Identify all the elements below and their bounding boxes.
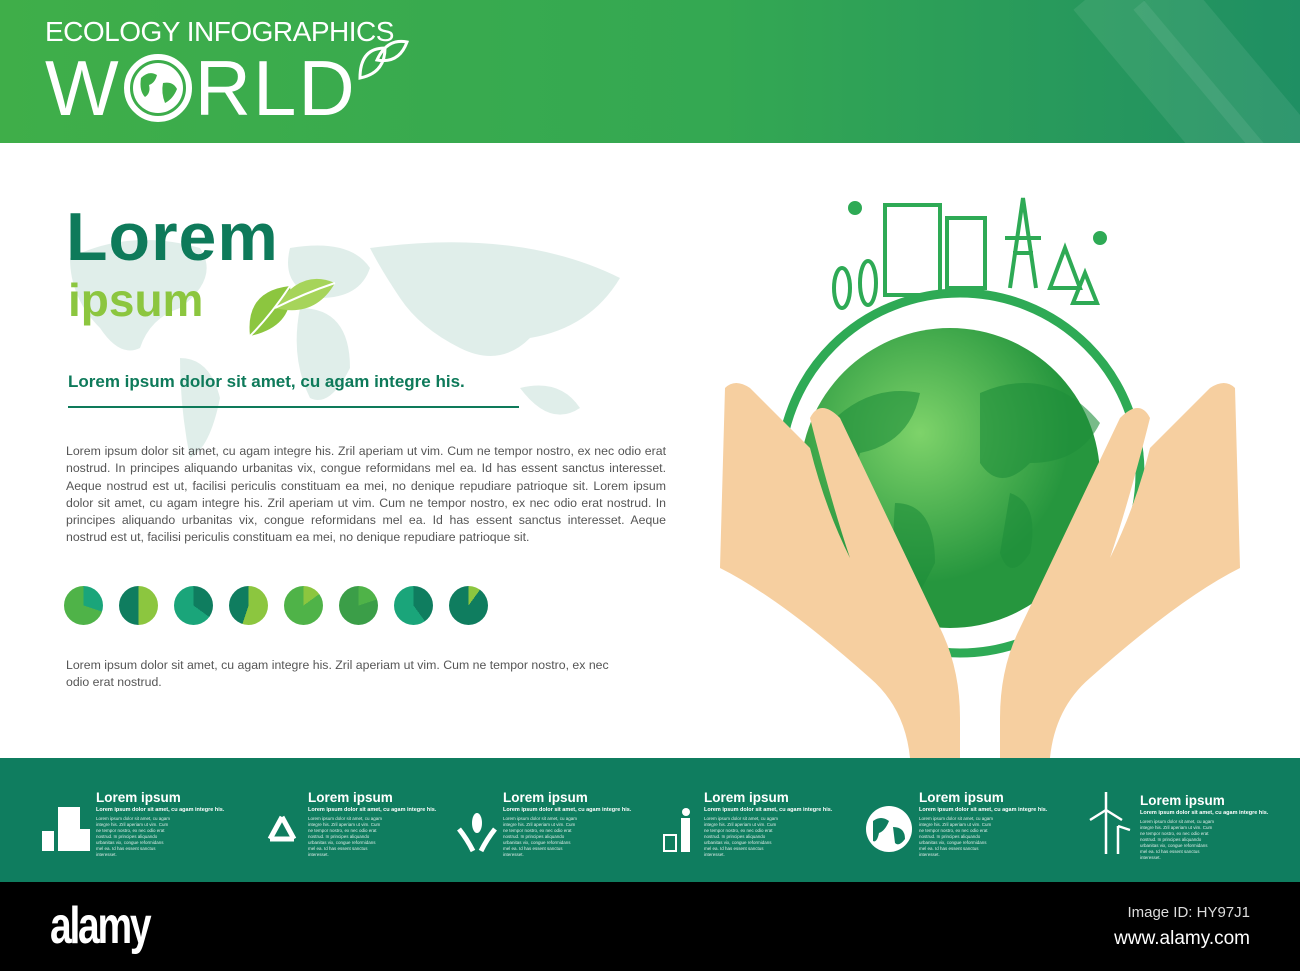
feature-title: Lorem ipsum	[704, 790, 789, 805]
feature-subtitle: Lorem ipsum dolor sit amet, cu agam inte…	[704, 807, 833, 813]
site-url[interactable]: www.alamy.com	[1114, 928, 1250, 950]
feature-body: Lorem ipsum dolor sit amet, cu agam inte…	[308, 816, 383, 857]
feature-text: Lorem ipsum Lorem ipsum dolor sit amet, …	[919, 790, 1047, 858]
divider	[68, 406, 519, 408]
body-paragraph: Lorem ipsum dolor sit amet, cu agam inte…	[66, 444, 666, 545]
feature-subtitle: Lorem ipsum dolor sit amet, cu agam inte…	[1140, 810, 1269, 816]
hands-holding-globe-illustration	[720, 197, 1240, 758]
pie-chart	[284, 586, 323, 625]
feature-title: Lorem ipsum	[308, 790, 393, 805]
recycle-icon	[262, 813, 302, 858]
title-part: W	[45, 44, 121, 132]
pie-chart	[394, 586, 433, 625]
person-trash-icon	[662, 807, 698, 858]
pie-chart	[119, 586, 158, 625]
main-subheading: ipsum	[68, 274, 204, 326]
feature-text: Lorem ipsum Lorem ipsum dolor sit amet, …	[96, 790, 224, 858]
feature-body: Lorem ipsum dolor sit amet, cu agam inte…	[704, 816, 779, 857]
feature-subtitle: Lorem ipsum dolor sit amet, cu agam inte…	[96, 807, 225, 813]
feature-item: Lorem ipsum Lorem ipsum dolor sit amet, …	[262, 790, 436, 858]
main-heading: Lorem	[66, 199, 279, 275]
pie-chart	[64, 586, 103, 625]
pie-chart	[174, 586, 213, 625]
feature-band: Lorem ipsum Lorem ipsum dolor sit amet, …	[0, 758, 1300, 882]
pie-chart	[339, 586, 378, 625]
feature-text: Lorem ipsum Lorem ipsum dolor sit amet, …	[503, 790, 631, 858]
pie-chart	[449, 586, 488, 625]
feature-subtitle: Lorem ipsum dolor sit amet, cu agam inte…	[308, 807, 437, 813]
feature-text: Lorem ipsum Lorem ipsum dolor sit amet, …	[308, 790, 436, 858]
feature-body: Lorem ipsum dolor sit amet, cu agam inte…	[919, 816, 994, 857]
footer: alamy Image ID: HY97J1 www.alamy.com	[0, 882, 1300, 971]
globe-icon	[865, 805, 913, 858]
feature-item: Lorem ipsum Lorem ipsum dolor sit amet, …	[1082, 790, 1268, 861]
hands-plant-icon	[457, 809, 497, 858]
alamy-logo: alamy	[50, 897, 152, 955]
feature-body: Lorem ipsum dolor sit amet, cu agam inte…	[96, 816, 171, 857]
feature-text: Lorem ipsum Lorem ipsum dolor sit amet, …	[704, 790, 832, 858]
pie-chart-row	[64, 586, 488, 625]
feature-item: Lorem ipsum Lorem ipsum dolor sit amet, …	[457, 790, 631, 858]
tagline: Lorem ipsum dolor sit amet, cu agam inte…	[68, 372, 465, 391]
feature-item: Lorem ipsum Lorem ipsum dolor sit amet, …	[662, 790, 832, 858]
image-id: Image ID: HY97J1	[1127, 904, 1250, 921]
feature-title: Lorem ipsum	[503, 790, 588, 805]
main-content: Lorem ipsum Lorem ipsum dolor sit amet, …	[0, 143, 1300, 758]
header-title: W RLD	[45, 48, 357, 128]
feature-body: Lorem ipsum dolor sit amet, cu agam inte…	[1140, 819, 1215, 860]
feature-subtitle: Lorem ipsum dolor sit amet, cu agam inte…	[503, 807, 632, 813]
wind-turbine-icon	[1082, 790, 1134, 861]
leaf-icon	[249, 278, 336, 337]
globe-icon	[123, 54, 192, 122]
header-banner: ECOLOGY INFOGRAPHICS W RLD	[0, 0, 1300, 143]
feature-item: Lorem ipsum Lorem ipsum dolor sit amet, …	[865, 790, 1047, 858]
title-part: RLD	[194, 44, 357, 132]
body-paragraph-2: Lorem ipsum dolor sit amet, cu agam inte…	[66, 658, 609, 690]
leaf-icon	[358, 39, 410, 80]
feature-title: Lorem ipsum	[919, 790, 1004, 805]
feature-item: Lorem ipsum Lorem ipsum dolor sit amet, …	[40, 790, 224, 858]
feature-text: Lorem ipsum Lorem ipsum dolor sit amet, …	[1140, 793, 1268, 861]
feature-body: Lorem ipsum dolor sit amet, cu agam inte…	[503, 816, 578, 857]
buildings-icon	[40, 803, 90, 858]
feature-title: Lorem ipsum	[96, 790, 181, 805]
feature-title: Lorem ipsum	[1140, 793, 1225, 808]
pie-chart	[229, 586, 268, 625]
feature-subtitle: Lorem ipsum dolor sit amet, cu agam inte…	[919, 807, 1048, 813]
